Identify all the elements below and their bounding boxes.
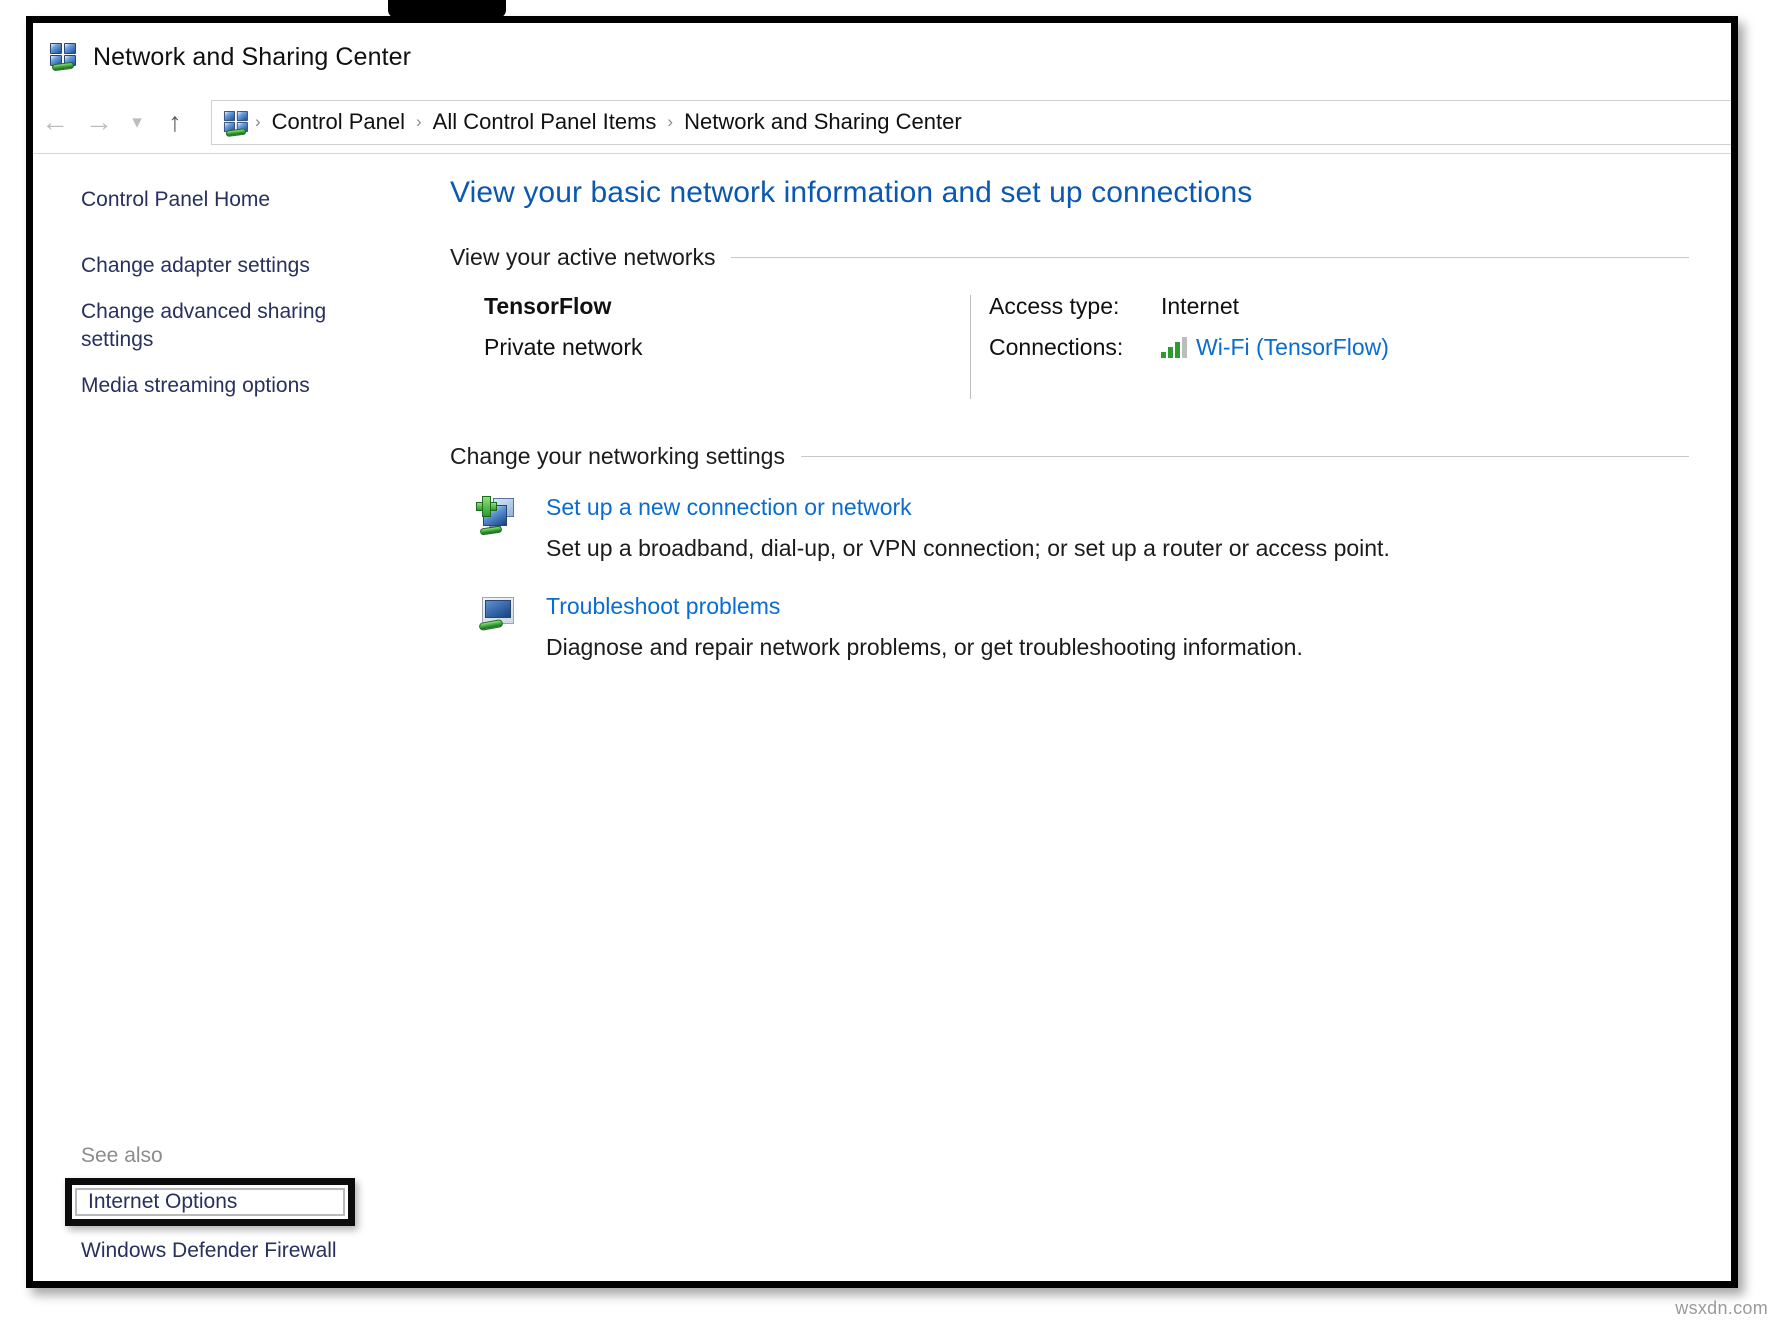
sidebar-item-change-advanced-sharing-settings[interactable]: Change advanced sharing settings xyxy=(33,294,333,358)
window-titlebar: Network and Sharing Center xyxy=(33,23,1731,91)
sidebar-item-control-panel-home[interactable]: Control Panel Home xyxy=(33,182,333,218)
breadcrumb-separator: › xyxy=(415,112,422,131)
window-title: Network and Sharing Center xyxy=(93,42,412,71)
networking-settings-section-label: Change your networking settings xyxy=(450,443,785,469)
active-networks-section-header: View your active networks xyxy=(450,244,1691,271)
network-type: Private network xyxy=(484,334,643,360)
troubleshoot-problems-description: Diagnose and repair network problems, or… xyxy=(546,634,1303,660)
internet-options-inner-border: Internet Options xyxy=(75,1188,345,1216)
back-button[interactable]: ← xyxy=(33,100,77,144)
setting-icon-column xyxy=(450,494,546,563)
troubleshoot-icon xyxy=(476,595,520,639)
section-rule xyxy=(731,257,1689,258)
screenshot-root: Network and Sharing Center ← → ▾ ↑ › Con… xyxy=(0,0,1782,1325)
forward-button[interactable]: → xyxy=(77,100,121,144)
page-title: View your basic network information and … xyxy=(450,176,1253,209)
setting-icon-column xyxy=(450,593,546,662)
network-name: TensorFlow xyxy=(484,293,612,319)
access-type-row: Access type: Internet xyxy=(989,293,1691,320)
network-sharing-icon xyxy=(49,42,79,72)
connections-label: Connections: xyxy=(989,334,1124,360)
sidebar-item-windows-defender-firewall[interactable]: Windows Defender Firewall xyxy=(33,1239,418,1263)
section-rule xyxy=(800,456,1689,457)
new-connection-icon xyxy=(476,496,520,540)
active-networks-section-label: View your active networks xyxy=(450,244,716,270)
address-bar-network-icon xyxy=(223,110,248,138)
active-networks-panel: TensorFlow Private network Access type: … xyxy=(450,293,1691,405)
breadcrumb-separator: › xyxy=(255,112,261,131)
control-panel-window: Network and Sharing Center ← → ▾ ↑ › Con… xyxy=(26,16,1738,1288)
setting-body: Set up a new connection or network Set u… xyxy=(546,494,1691,563)
breadcrumb-item-network-and-sharing-center[interactable]: Network and Sharing Center xyxy=(680,109,966,135)
access-type-label: Access type: xyxy=(989,293,1120,319)
setting-item-troubleshoot: Troubleshoot problems Diagnose and repai… xyxy=(450,593,1691,662)
networking-settings-section-header: Change your networking settings xyxy=(450,443,1691,470)
breadcrumb-separator: › xyxy=(667,112,674,131)
connections-value: Wi-Fi (TensorFlow) xyxy=(1161,334,1389,361)
sidebar: Control Panel Home Change adapter settin… xyxy=(33,154,418,1281)
wifi-signal-icon xyxy=(1161,336,1187,358)
access-type-value: Internet xyxy=(1161,293,1239,319)
see-also-section: See also Internet Options Windows Defend… xyxy=(33,1144,418,1263)
connections-row: Connections: Wi-Fi (TensorFlow) xyxy=(989,334,1691,361)
main-panel: View your basic network information and … xyxy=(418,154,1731,1281)
networking-settings-list: Set up a new connection or network Set u… xyxy=(450,494,1691,662)
breadcrumb-item-control-panel[interactable]: Control Panel xyxy=(268,109,409,135)
setting-body: Troubleshoot problems Diagnose and repai… xyxy=(546,593,1691,662)
sidebar-item-internet-options[interactable]: Internet Options xyxy=(88,1190,237,1214)
troubleshoot-problems-link[interactable]: Troubleshoot problems xyxy=(546,593,780,620)
navigation-bar: ← → ▾ ↑ › Control Panel › All Control Pa… xyxy=(33,91,1731,153)
sidebar-item-change-adapter-settings[interactable]: Change adapter settings xyxy=(33,248,333,284)
wifi-connection-link[interactable]: Wi-Fi (TensorFlow) xyxy=(1196,334,1389,361)
watermark: wsxdn.com xyxy=(1675,1298,1768,1318)
window-body: Control Panel Home Change adapter settin… xyxy=(33,154,1731,1281)
up-button[interactable]: ↑ xyxy=(153,100,197,144)
active-network-details: Access type: Internet Connections: Wi-Fi… xyxy=(971,293,1691,405)
breadcrumb-item-all-control-panel-items[interactable]: All Control Panel Items xyxy=(429,109,661,135)
sidebar-item-media-streaming-options[interactable]: Media streaming options xyxy=(33,368,333,404)
set-up-new-connection-description: Set up a broadband, dial-up, or VPN conn… xyxy=(546,535,1390,561)
address-bar[interactable]: › Control Panel › All Control Panel Item… xyxy=(211,99,1731,145)
set-up-new-connection-link[interactable]: Set up a new connection or network xyxy=(546,494,912,521)
recent-locations-button[interactable]: ▾ xyxy=(121,100,153,144)
active-network-identity: TensorFlow Private network xyxy=(450,293,970,405)
setting-item-new-connection: Set up a new connection or network Set u… xyxy=(450,494,1691,563)
see-also-label: See also xyxy=(81,1144,163,1167)
internet-options-highlight-box: Internet Options xyxy=(65,1178,355,1226)
